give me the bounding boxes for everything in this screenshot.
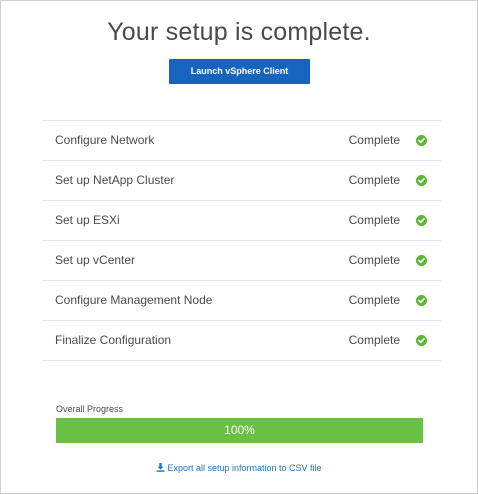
setup-complete-panel: Your setup is complete. Launch vSphere C… <box>0 0 478 494</box>
launch-vsphere-client-button[interactable]: Launch vSphere Client <box>169 59 310 84</box>
export-csv-link-label: Export all setup information to CSV file <box>167 463 322 473</box>
step-status: Complete <box>348 293 400 307</box>
export-csv-link[interactable]: Export all setup information to CSV file <box>1 463 477 473</box>
list-item: Set up NetApp Cluster Complete <box>42 161 441 201</box>
step-label: Set up ESXi <box>55 213 120 227</box>
download-icon <box>156 463 165 472</box>
overall-progress-bar: 100% <box>56 418 423 443</box>
step-label: Set up NetApp Cluster <box>55 173 175 187</box>
step-status: Complete <box>348 333 400 347</box>
setup-steps-list: Configure Network Complete Set up NetApp… <box>42 120 441 361</box>
step-status: Complete <box>348 253 400 267</box>
step-status: Complete <box>348 133 400 147</box>
step-label: Set up vCenter <box>55 253 136 267</box>
check-circle-icon <box>416 175 427 186</box>
step-label: Finalize Configuration <box>55 333 172 347</box>
overall-progress-label: Overall Progress <box>56 404 124 414</box>
step-status: Complete <box>348 173 400 187</box>
list-item: Configure Management Node Complete <box>42 281 441 321</box>
list-item: Configure Network Complete <box>42 121 441 161</box>
progress-percent-text: 100% <box>224 423 255 437</box>
check-circle-icon <box>416 255 427 266</box>
step-label: Configure Management Node <box>55 293 213 307</box>
check-circle-icon <box>416 335 427 346</box>
step-status: Complete <box>348 213 400 227</box>
check-circle-icon <box>416 135 427 146</box>
check-circle-icon <box>416 215 427 226</box>
page-title: Your setup is complete. <box>107 18 371 46</box>
check-circle-icon <box>416 295 427 306</box>
step-label: Configure Network <box>55 133 155 147</box>
list-item: Finalize Configuration Complete <box>42 321 441 361</box>
list-item: Set up vCenter Complete <box>42 241 441 281</box>
list-item: Set up ESXi Complete <box>42 201 441 241</box>
